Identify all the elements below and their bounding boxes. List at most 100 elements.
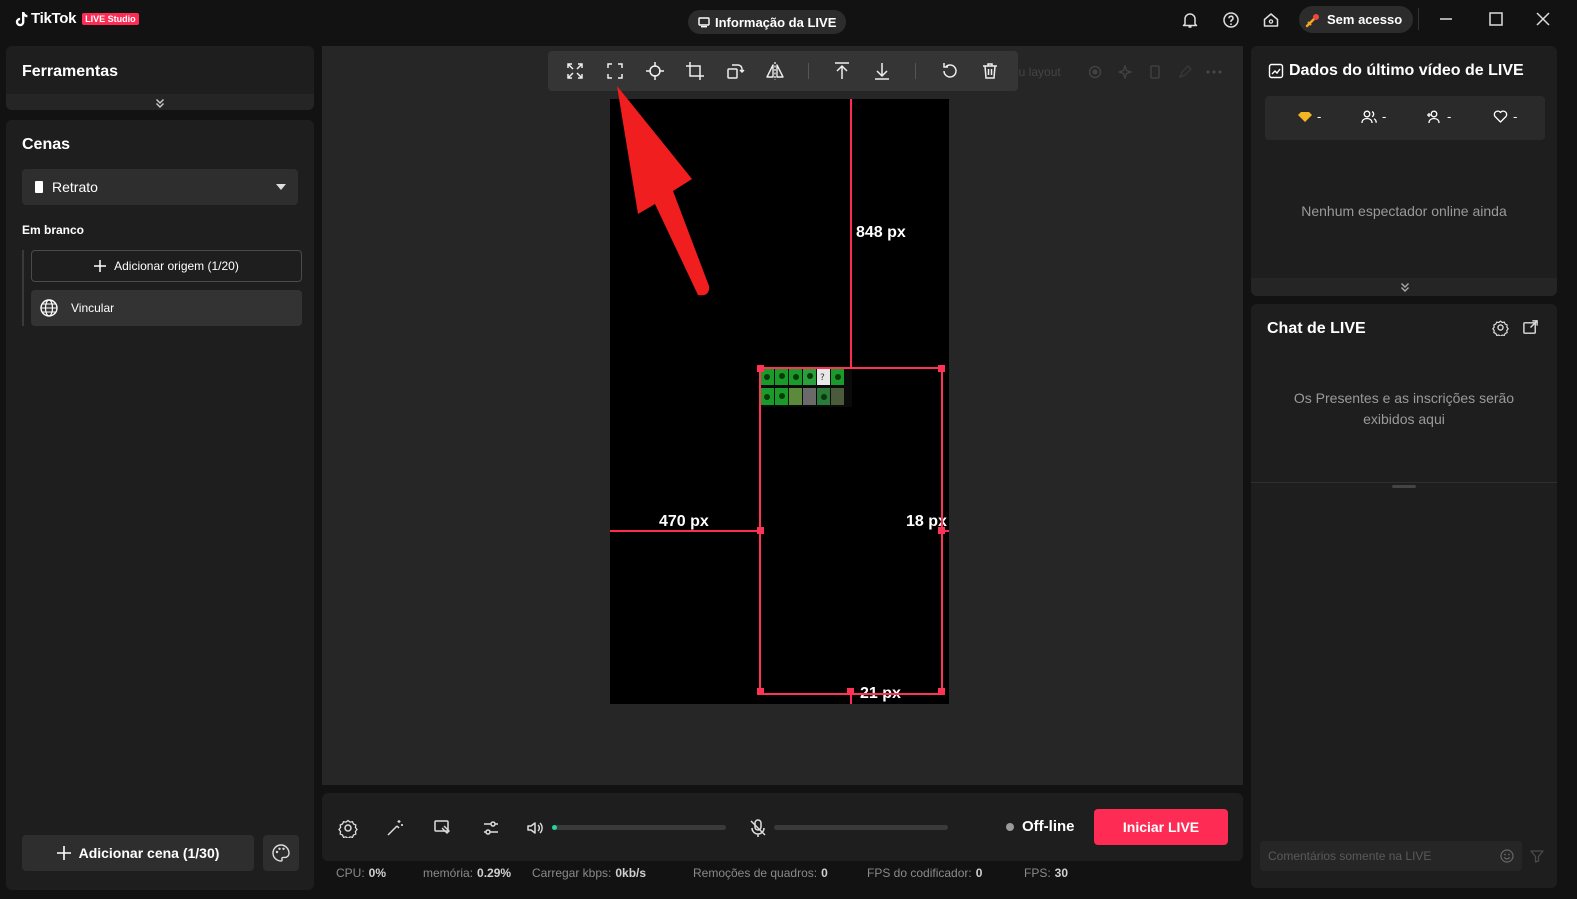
resize-handle[interactable] [847,688,854,695]
undo-icon[interactable] [940,61,960,81]
heart-icon [1493,110,1508,123]
chat-divider [1251,482,1557,483]
resize-handle[interactable] [757,688,764,695]
guide-line-bottom [850,695,852,704]
encoder-fps-label: FPS do codificador: [867,866,972,880]
chevron-double-down-icon[interactable] [1399,281,1411,293]
crop-icon[interactable] [685,61,705,81]
resize-handle[interactable] [938,688,945,695]
chart-icon [1268,63,1284,79]
source-item[interactable]: Vincular [31,290,302,326]
app-logo: TikTok LIVE Studio [14,10,139,27]
cpu-value: 0% [368,866,387,880]
viewers-stat: - [1361,109,1386,124]
speaker-icon[interactable] [525,818,545,838]
my-layout-button[interactable]: eu layout [1012,65,1061,79]
scene-select[interactable]: Retrato [22,169,298,205]
filter-icon[interactable] [1530,849,1544,863]
chat-settings-icon[interactable] [1492,319,1509,336]
help-icon[interactable] [1221,10,1241,30]
emoji-icon[interactable] [1500,849,1514,863]
pen-icon[interactable] [1178,65,1192,79]
fit-screen-icon[interactable] [605,61,625,81]
chevron-double-down-icon[interactable] [154,97,166,109]
selection-box[interactable] [759,367,943,695]
tiktok-icon [15,11,28,26]
resize-handle[interactable] [938,365,945,372]
send-to-back-icon[interactable] [872,61,892,81]
live-info-button[interactable]: Informação da LIVE [688,10,847,34]
sparkle-icon[interactable] [1118,65,1132,79]
center-icon[interactable] [645,61,665,81]
source-group-label: Em branco [22,223,85,237]
trash-icon[interactable] [980,61,1000,81]
start-live-button[interactable]: Iniciar LIVE [1094,809,1228,845]
cpu-label: CPU: [336,866,365,880]
maximize-icon[interactable] [1487,10,1505,28]
access-button[interactable]: Sem acesso [1299,6,1414,33]
theme-button[interactable] [263,835,299,871]
rotate-icon[interactable] [725,61,745,81]
last-live-title: Dados do último vídeo de LIVE [1289,62,1524,79]
flip-icon[interactable] [765,61,785,81]
screen-share-icon[interactable] [433,818,453,838]
bring-to-front-icon[interactable] [832,61,852,81]
resize-grip[interactable] [1392,485,1416,488]
chat-input[interactable]: Comentários somente na LIVE [1260,841,1522,871]
upload-label: Carregar kbps: [532,866,612,880]
annotation-arrow [617,86,710,296]
resize-handle[interactable] [938,527,945,534]
fps-stat: FPS: 30 [1024,866,1068,880]
likes-value: - [1513,109,1518,124]
scene-select-value: Retrato [52,179,98,195]
monitor-icon [698,16,710,27]
record-icon[interactable] [1088,65,1102,79]
settings-icon[interactable] [338,818,358,838]
plus-icon [56,846,71,860]
home-icon[interactable] [1261,10,1281,30]
users-icon [1361,110,1377,123]
expand-icon[interactable] [565,61,585,81]
minimize-icon[interactable] [1437,10,1455,28]
live-status: Off-line [1006,818,1075,835]
scenes-panel: Cenas Retrato Em branco Adicionar origem… [6,120,314,890]
user-plus-icon [1427,110,1440,123]
no-viewers-text: Nenhum espectador online ainda [1301,203,1507,219]
magic-wand-icon[interactable] [385,818,405,838]
canvas-panel: eu layout 848 px 470 px 18 px 21 px ? [322,46,1243,785]
tools-title: Ferramentas [22,63,119,80]
volume-slider[interactable] [552,825,726,830]
dropped-value: 0 [821,866,828,880]
upload-stat: Carregar kbps: 0kb/s [532,866,646,880]
guide-line-top [850,99,852,367]
mic-slider[interactable] [774,825,948,830]
dropped-label: Remoções de quadros: [693,866,818,880]
add-source-button[interactable]: Adicionar origem (1/20) [31,250,302,282]
palette-icon [272,844,290,862]
add-scene-button[interactable]: Adicionar cena (1/30) [22,835,254,871]
chat-title: Chat de LIVE [1267,320,1366,337]
add-source-label: Adicionar origem (1/20) [114,259,239,273]
toolbar-divider [808,63,809,79]
phone-icon[interactable] [1148,65,1162,79]
last-live-stats: - - - - [1265,96,1545,140]
bell-icon[interactable] [1180,10,1200,30]
title-divider [1418,8,1419,30]
resize-handle[interactable] [757,365,764,372]
popout-icon[interactable] [1522,319,1539,336]
dropped-frames-stat: Remoções de quadros: 0 [693,866,828,880]
live-chat-panel: Chat de LIVE Os Presentes e as inscriçõe… [1251,304,1557,888]
close-icon[interactable] [1534,10,1552,28]
status-dot [1006,822,1014,831]
source-toolbar [548,51,1018,91]
more-icon[interactable] [1206,70,1222,74]
mic-muted-icon[interactable] [748,818,768,838]
globe-icon [40,299,58,317]
dropdown-icon [276,184,286,190]
memory-label: memória: [423,866,474,880]
logo-text: TikTok [31,10,77,27]
resize-handle[interactable] [757,527,764,534]
chat-empty-text: Os Presentes e as inscrições serão exibi… [1293,390,1515,427]
last-live-panel: Dados do último vídeo de LIVE - - - - Ne… [1251,46,1557,296]
sliders-icon[interactable] [481,818,501,838]
